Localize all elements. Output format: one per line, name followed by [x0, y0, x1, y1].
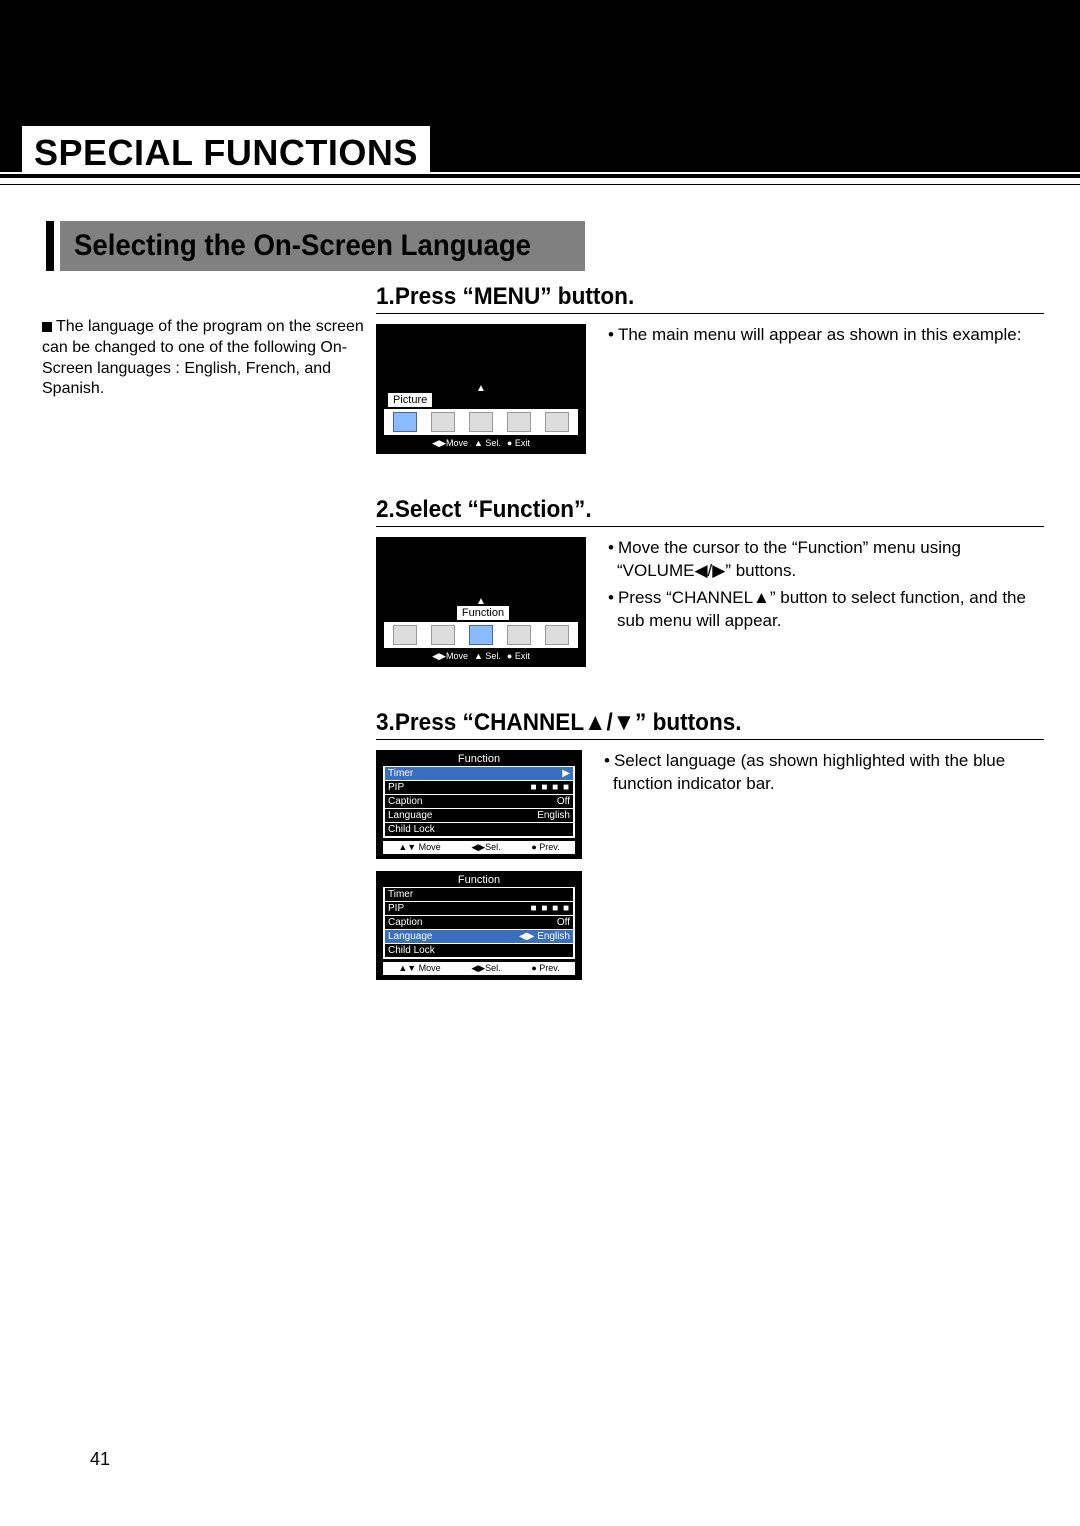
menu-row-language: Language◀▶ English: [385, 930, 573, 943]
osd-footer-sel: ▲ Sel.: [474, 651, 501, 662]
menu-row-childlock: Child Lock: [385, 823, 573, 836]
menu-row-caption: CaptionOff: [385, 795, 573, 808]
osd-icon: [507, 625, 531, 645]
osd-footer-exit: ● Exit: [507, 438, 530, 449]
osd-label: Function: [457, 606, 509, 620]
menu-row-caption: CaptionOff: [385, 916, 573, 929]
osd-icon: [393, 625, 417, 645]
osd-label: Picture: [388, 393, 432, 407]
osd-icon: [431, 412, 455, 432]
osd-title: Function: [378, 752, 580, 766]
intro-note: The language of the program on the scree…: [0, 283, 376, 1020]
osd-icon-function: [469, 625, 493, 645]
osd-footer-sel: ◀▶Sel.: [471, 842, 500, 853]
osd-footer-move: ▲▼ Move: [398, 842, 440, 853]
subhead: Selecting the On-Screen Language: [60, 221, 585, 271]
header-rule: [0, 174, 1080, 185]
menu-row-pip: PIP■ ■ ■ ■: [385, 902, 573, 915]
menu-row-timer: Timer: [385, 888, 573, 901]
step-2-title: 2.Select “Function”.: [376, 496, 1044, 527]
arrow-up-icon: [378, 598, 584, 606]
arrow-up-icon: [378, 385, 584, 393]
osd-icon: [431, 625, 455, 645]
square-bullet-icon: [42, 322, 52, 332]
step-1-title: 1.Press “MENU” button.: [376, 283, 1044, 314]
step-3-osd-screenshot-1: Function Timer▶ PIP■ ■ ■ ■ CaptionOff La…: [376, 750, 582, 859]
osd-title: Function: [378, 873, 580, 887]
step-3-title: 3.Press “CHANNEL▲/▼” buttons.: [376, 709, 1044, 740]
osd-footer-move: ▲▼ Move: [398, 963, 440, 974]
menu-row-pip: PIP■ ■ ■ ■: [385, 781, 573, 794]
page-number: 41: [90, 1449, 110, 1470]
osd-icon-picture: [393, 412, 417, 432]
section-title: SPECIAL FUNCTIONS: [22, 126, 430, 174]
osd-footer-sel: ▲ Sel.: [474, 438, 501, 449]
osd-footer-exit: ● Exit: [507, 651, 530, 662]
step-2-description: Move the cursor to the “Function” menu u…: [608, 537, 1044, 637]
step-2-osd-screenshot: Function ◀▶Move ▲: [376, 537, 586, 667]
osd-icon: [507, 412, 531, 432]
step-3-osd-screenshot-2: Function Timer PIP■ ■ ■ ■ CaptionOff Lan…: [376, 871, 582, 980]
osd-icon: [545, 412, 569, 432]
osd-icon: [469, 412, 493, 432]
step-1-description: The main menu will appear as shown in th…: [608, 324, 1021, 351]
osd-footer-prev: ● Prev.: [531, 963, 559, 974]
step-3-description: Select language (as shown highlighted wi…: [604, 750, 1044, 800]
osd-icon: [545, 625, 569, 645]
osd-footer-prev: ● Prev.: [531, 842, 559, 853]
osd-footer-move: ◀▶Move: [432, 438, 468, 449]
menu-row-childlock: Child Lock: [385, 944, 573, 957]
menu-row-language: LanguageEnglish: [385, 809, 573, 822]
menu-row-timer: Timer▶: [385, 767, 573, 780]
step-1-osd-screenshot: Picture ◀▶Move ▲ S: [376, 324, 586, 454]
subhead-bar: [46, 221, 54, 271]
osd-footer-sel: ◀▶Sel.: [471, 963, 500, 974]
osd-footer-move: ◀▶Move: [432, 651, 468, 662]
